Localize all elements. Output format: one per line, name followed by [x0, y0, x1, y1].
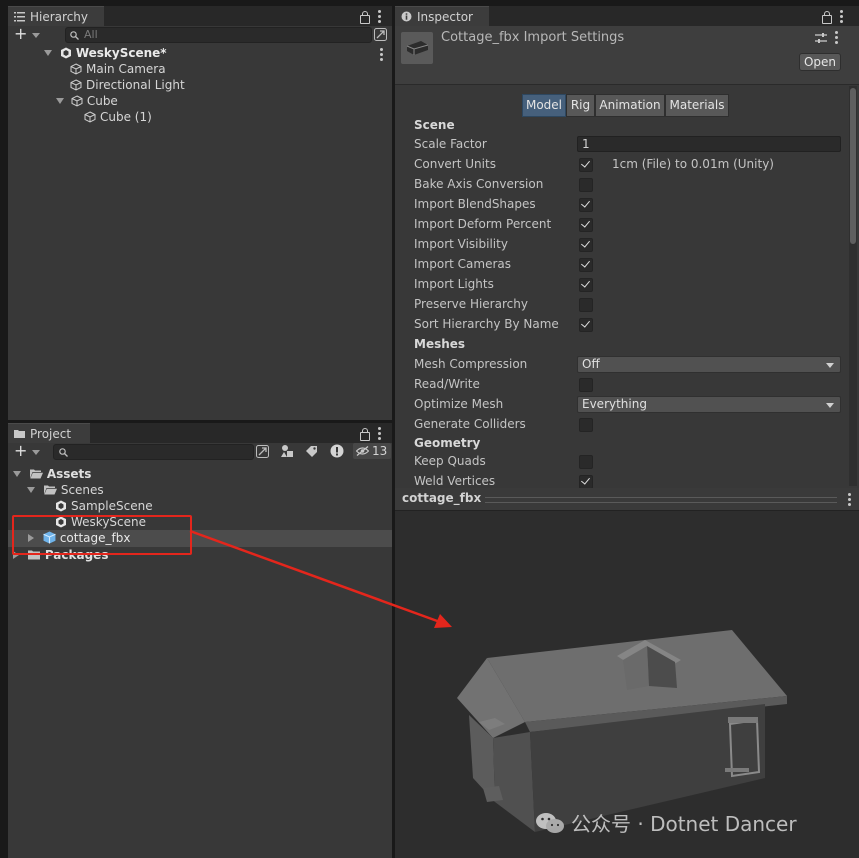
wechat-icon — [536, 813, 564, 833]
watermark-text: 公众号 · Dotnet Dancer — [571, 812, 797, 836]
watermark: 公众号 · Dotnet Dancer — [535, 810, 797, 838]
annotation-arrow — [189, 529, 452, 628]
